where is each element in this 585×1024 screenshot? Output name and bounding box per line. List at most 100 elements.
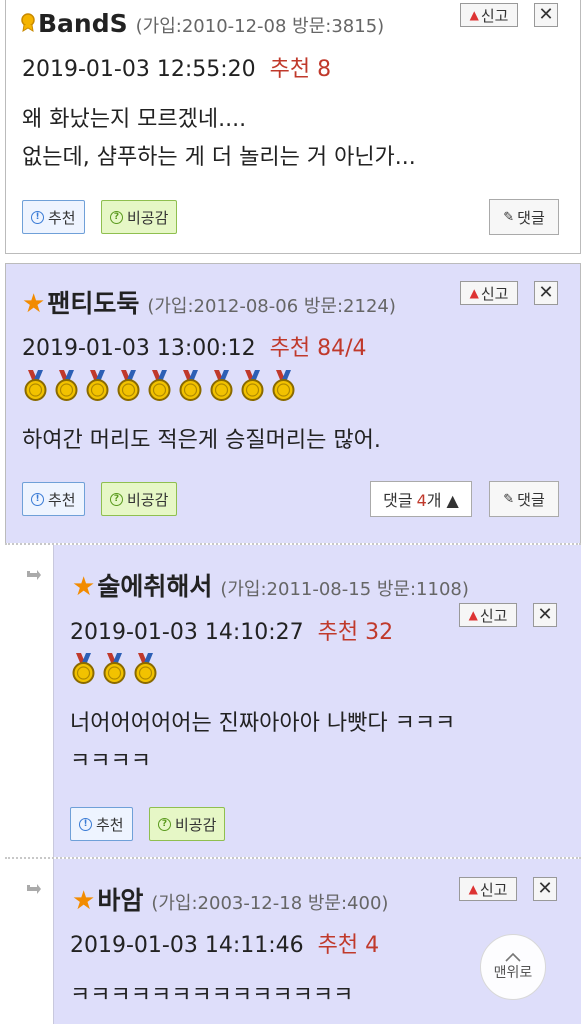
siren-icon: ▲ <box>468 608 478 622</box>
report-button[interactable]: ▲ 신고 <box>460 281 518 305</box>
upvote-label: 추천 <box>96 815 124 834</box>
comment-line: 하여간 머리도 적은게 승질머리는 많어. <box>22 428 381 453</box>
reply-label: 댓글 <box>517 490 545 509</box>
member-meta: (가입:2003-12-18 방문:400) <box>151 893 389 914</box>
nickname[interactable]: 팬티도둑 <box>47 284 139 320</box>
member-meta: (가입:2012-08-06 방문:2124) <box>147 296 396 317</box>
downvote-button[interactable]: ? 비공감 <box>149 807 226 841</box>
star-icon: ★ <box>72 572 96 602</box>
upvote-icon: ! <box>79 817 92 831</box>
comment-header: ★ 팬티도둑 (가입:2012-08-06 방문:2124) <box>22 284 396 320</box>
member-meta: (가입:2010-12-08 방문:3815) <box>135 16 385 37</box>
downvote-icon: ? <box>110 492 123 506</box>
close-button[interactable]: ✕ <box>533 877 557 901</box>
user-badge-icon <box>21 13 35 32</box>
medal-icon <box>132 653 159 685</box>
report-button[interactable]: ▲ 신고 <box>459 877 517 901</box>
comment-card: BandS (가입:2010-12-08 방문:3815) ▲ 신고 ✕ 201… <box>5 0 581 254</box>
replies-label: 댓글 <box>383 491 413 510</box>
report-label: 신고 <box>479 880 508 899</box>
comment-line: 없는데, 샴푸하는 게 더 놀리는 거 아닌가... <box>22 145 416 170</box>
comment-date-line: 2019-01-03 14:10:27 추천 32 <box>70 614 393 646</box>
comment-date: 2019-01-03 12:55:20 <box>22 57 256 82</box>
star-icon: ★ <box>22 289 46 319</box>
medal-icon <box>53 370 80 402</box>
downvote-label: 비공감 <box>127 490 169 509</box>
report-button[interactable]: ▲ 신고 <box>459 603 517 627</box>
chevron-up-icon <box>505 952 521 962</box>
downvote-button[interactable]: ? 비공감 <box>101 482 178 516</box>
siren-icon: ▲ <box>469 286 479 300</box>
reply-button[interactable]: ✎ 댓글 <box>489 481 559 517</box>
comment-body: ㅋㅋㅋㅋㅋㅋㅋㅋㅋㅋㅋㅋㅋㅋ <box>70 977 353 1015</box>
downvote-label: 비공감 <box>127 208 169 227</box>
member-meta: (가입:2011-08-15 방문:1108) <box>220 579 469 600</box>
comment-date-line: 2019-01-03 13:00:12 추천 84/4 <box>22 330 367 362</box>
medal-row <box>22 370 297 402</box>
medal-icon <box>239 370 266 402</box>
comment-date: 2019-01-03 14:11:46 <box>70 933 304 958</box>
scroll-top-button[interactable]: 맨위로 <box>480 934 546 1000</box>
downvote-icon: ? <box>110 210 123 224</box>
star-icon: ★ <box>72 886 96 916</box>
comment-body: 너어어어어어는 진짜아아아 나빳다 ㅋㅋㅋ ㅋㅋㅋㅋ <box>70 705 455 781</box>
upvote-button[interactable]: ! 추천 <box>22 482 85 516</box>
nickname[interactable]: 술에취해서 <box>97 567 212 603</box>
nickname[interactable]: 바암 <box>97 881 143 917</box>
replies-unit: 개 ▲ <box>426 491 459 510</box>
comment-list: BandS (가입:2010-12-08 방문:3815) ▲ 신고 ✕ 201… <box>0 0 585 1024</box>
close-button[interactable]: ✕ <box>534 3 558 27</box>
report-button[interactable]: ▲ 신고 <box>460 3 518 27</box>
reply-label: 댓글 <box>517 208 545 227</box>
upvote-label: 추천 <box>48 490 76 509</box>
downvote-label: 비공감 <box>175 815 217 834</box>
upvote-label: 추천 <box>48 208 76 227</box>
report-label: 신고 <box>480 6 509 25</box>
medal-icon <box>22 370 49 402</box>
medal-icon <box>115 370 142 402</box>
recommend-count: 추천 84/4 <box>269 336 367 361</box>
upvote-icon: ! <box>31 210 44 224</box>
comment-date-line: 2019-01-03 12:55:20 추천 8 <box>22 51 331 83</box>
downvote-icon: ? <box>158 817 171 831</box>
replies-toggle-button[interactable]: 댓글 4개 ▲ <box>370 481 472 517</box>
recommend-count: 추천 32 <box>317 620 394 645</box>
medal-icon <box>70 653 97 685</box>
medal-row <box>70 653 159 685</box>
upvote-button[interactable]: ! 추천 <box>70 807 133 841</box>
comment-header: ★ 바암 (가입:2003-12-18 방문:400) <box>72 881 388 917</box>
medal-icon <box>84 370 111 402</box>
nickname[interactable]: BandS <box>38 9 128 38</box>
reply-icon: ✎ <box>503 209 515 225</box>
comment-line: 너어어어어어는 진짜아아아 나빳다 ㅋㅋㅋ <box>70 711 456 736</box>
reply-button[interactable]: ✎ 댓글 <box>489 199 559 235</box>
reply-arrow-icon <box>27 570 41 580</box>
upvote-button[interactable]: ! 추천 <box>22 200 85 234</box>
medal-icon <box>146 370 173 402</box>
comment-line: 왜 화났는지 모르겠네.... <box>22 107 247 132</box>
recommend-count: 추천 4 <box>317 933 380 958</box>
report-label: 신고 <box>479 606 508 625</box>
reply-card: ★ 술에취해서 (가입:2011-08-15 방문:1108) ▲ 신고 ✕ 2… <box>5 543 581 857</box>
comment-line: ㅋㅋㅋㅋ <box>70 749 151 774</box>
comment-line: ㅋㅋㅋㅋㅋㅋㅋㅋㅋㅋㅋㅋㅋㅋ <box>70 983 354 1008</box>
comment-header: ★ 술에취해서 (가입:2011-08-15 방문:1108) <box>72 567 469 603</box>
comment-body: 하여간 머리도 적은게 승질머리는 많어. <box>22 422 381 460</box>
reply-icon: ✎ <box>503 491 515 507</box>
medal-icon <box>270 370 297 402</box>
siren-icon: ▲ <box>469 8 479 22</box>
siren-icon: ▲ <box>468 882 478 896</box>
replies-count: 4 <box>416 491 427 510</box>
comment-date: 2019-01-03 13:00:12 <box>22 336 256 361</box>
comment-card: ★ 팬티도둑 (가입:2012-08-06 방문:2124) ▲ 신고 ✕ 20… <box>5 263 581 545</box>
close-button[interactable]: ✕ <box>534 281 558 305</box>
comment-body: 왜 화났는지 모르겠네.... 없는데, 샴푸하는 게 더 놀리는 거 아닌가.… <box>22 101 416 177</box>
reply-content: ★ 술에취해서 (가입:2011-08-15 방문:1108) ▲ 신고 ✕ 2… <box>53 545 581 857</box>
medal-icon <box>177 370 204 402</box>
recommend-count: 추천 8 <box>269 57 332 82</box>
upvote-icon: ! <box>31 492 44 506</box>
close-button[interactable]: ✕ <box>533 603 557 627</box>
medal-icon <box>101 653 128 685</box>
reply-arrow-icon <box>27 884 41 894</box>
downvote-button[interactable]: ? 비공감 <box>101 200 178 234</box>
